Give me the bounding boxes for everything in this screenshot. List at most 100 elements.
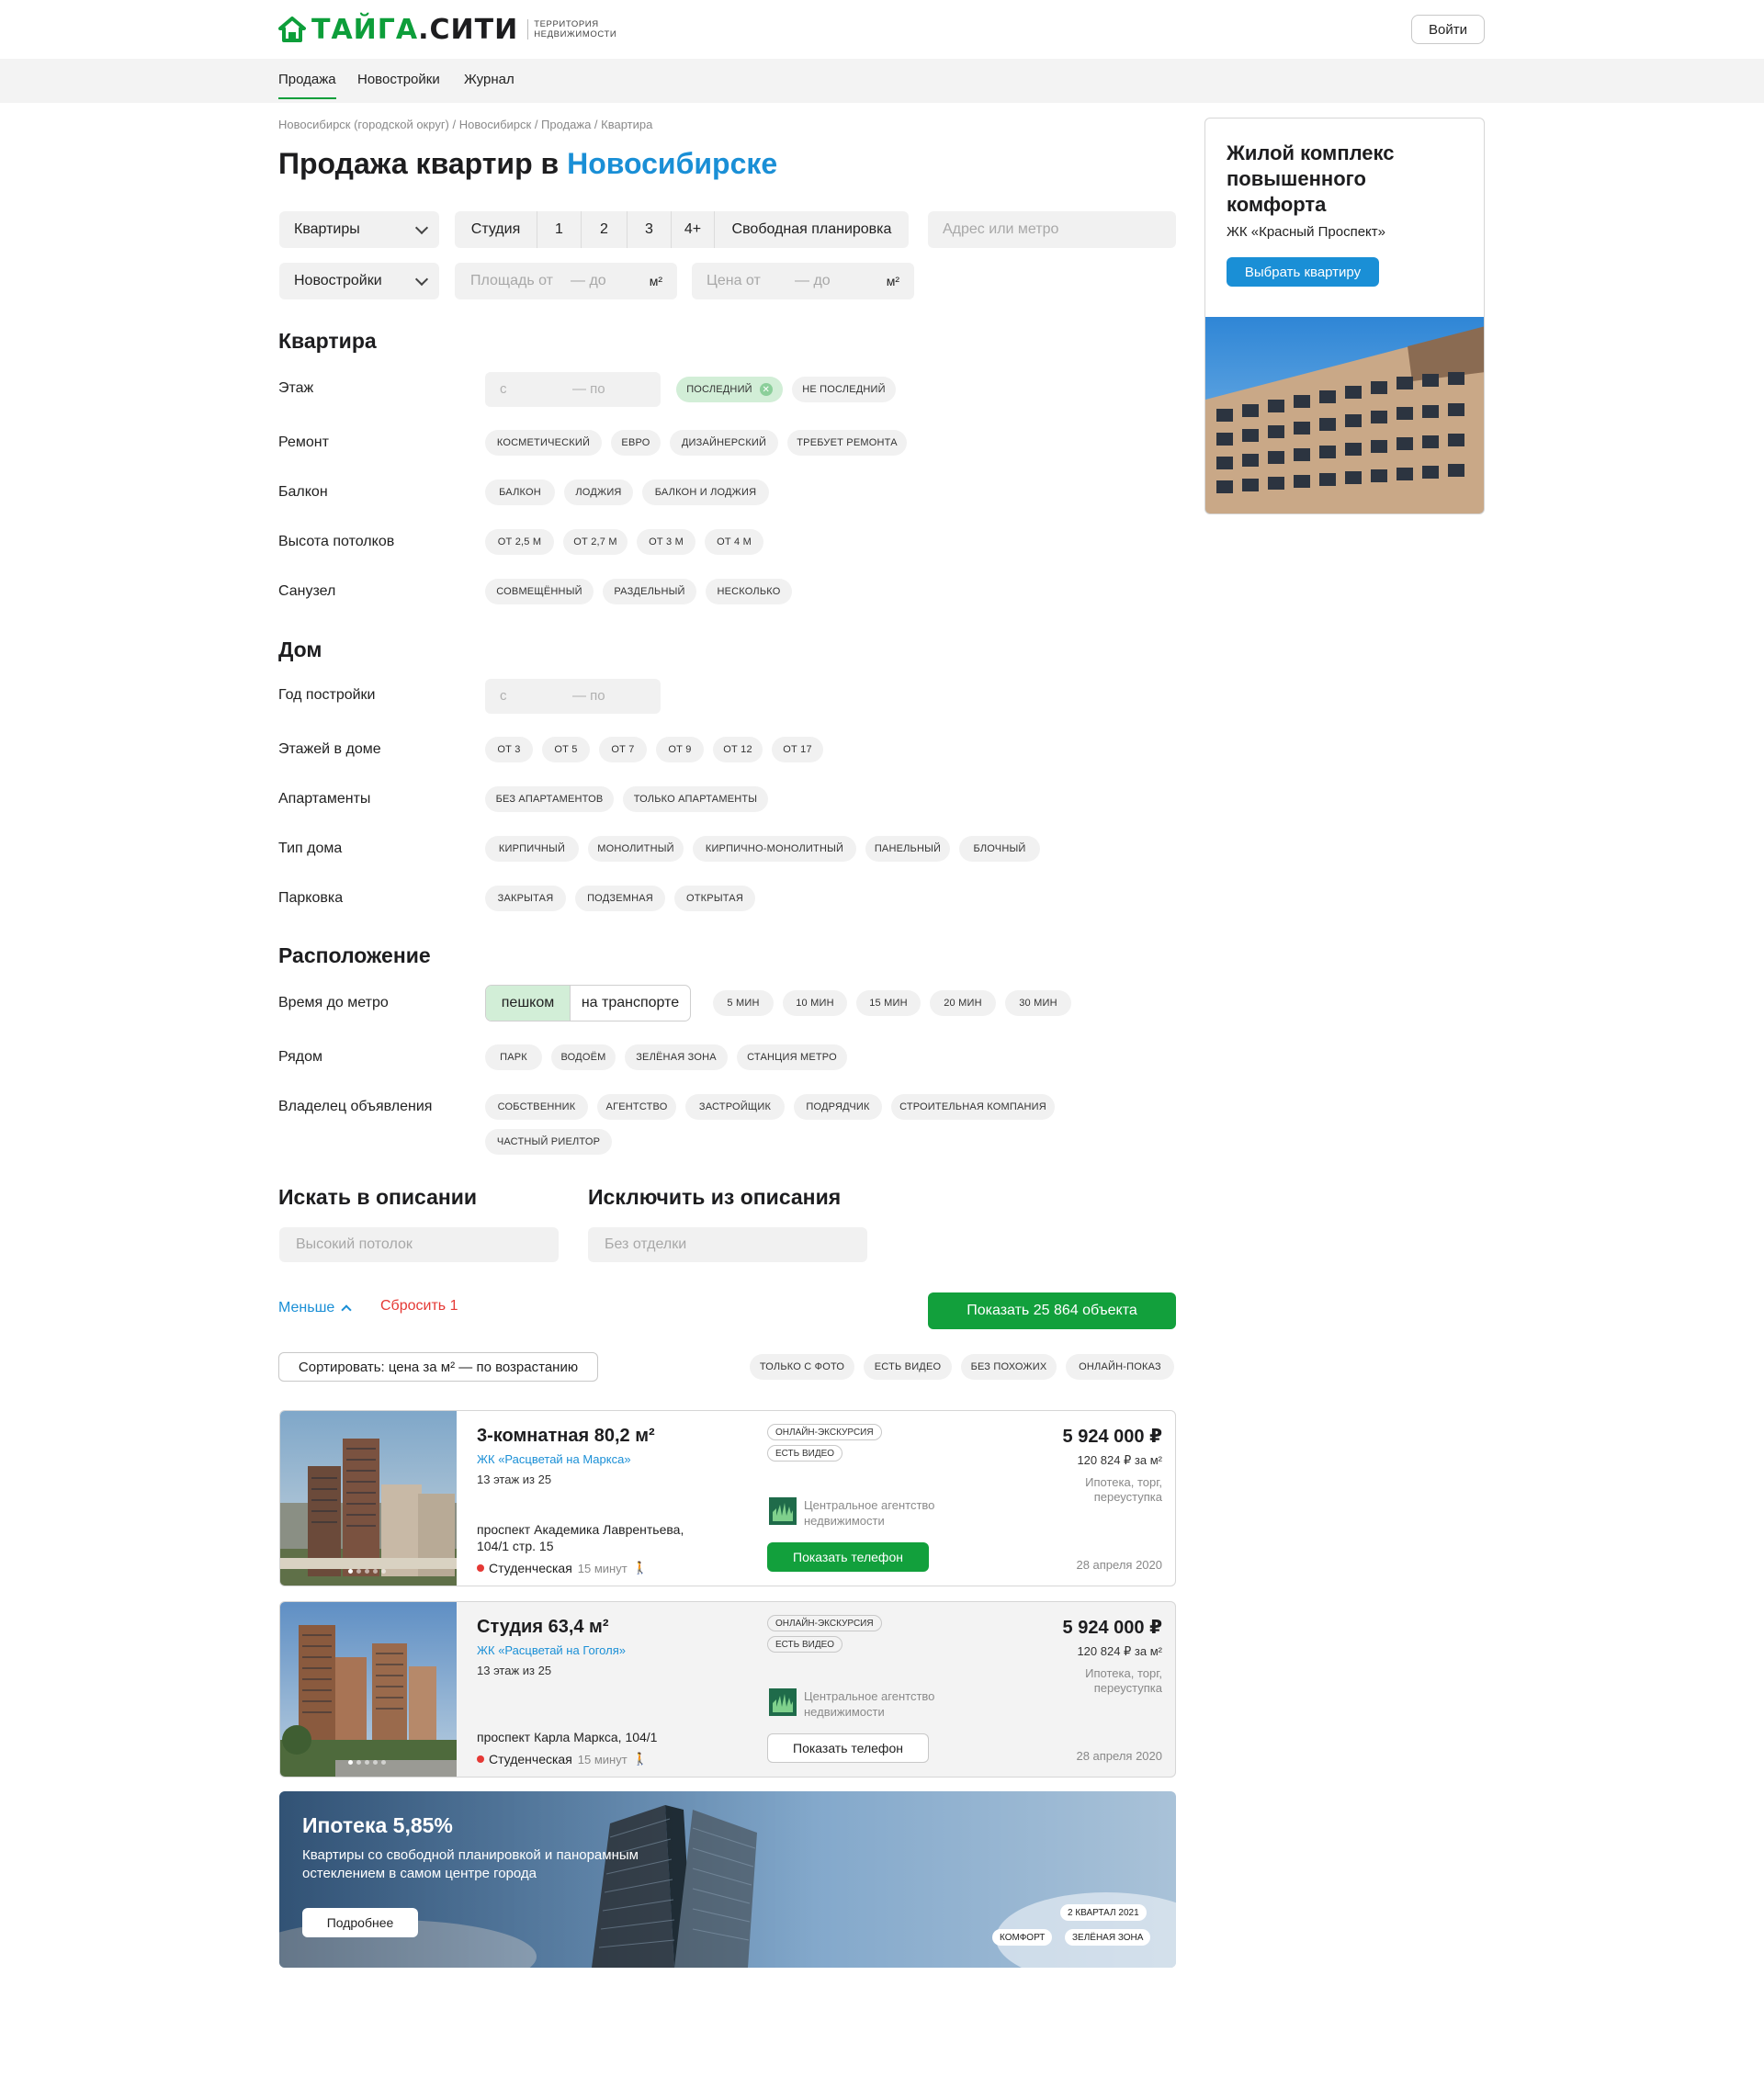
nav-item-new-buildings[interactable]: Новостройки [357, 72, 440, 87]
rooms-studio[interactable]: Студия [455, 211, 537, 248]
chip-construction-company[interactable]: СТРОИТЕЛЬНАЯ КОМПАНИЯ [891, 1094, 1055, 1120]
nav-item-journal[interactable]: Журнал [464, 72, 514, 87]
chip-only-apartments[interactable]: ТОЛЬКО АПАРТАМЕНТЫ [623, 786, 768, 812]
listing-photo[interactable] [280, 1411, 457, 1586]
chip-ceiling-4[interactable]: ОТ 4 М [705, 529, 763, 555]
chip-balcony-and-loggia[interactable]: БАЛКОН И ЛОДЖИЯ [642, 480, 769, 505]
chip-no-duplicates[interactable]: БЕЗ ПОХОЖИХ [961, 1354, 1057, 1380]
chip-floors-5[interactable]: ОТ 5 [542, 737, 590, 762]
chip-parking-open[interactable]: ОТКРЫТАЯ [674, 886, 755, 911]
mode-walk[interactable]: пешком [486, 986, 571, 1021]
chip-repair-cosmetic[interactable]: КОСМЕТИЧЕСКИЙ [485, 430, 602, 456]
listing-complex-link[interactable]: ЖК «Расцветай на Гоголя» [477, 1643, 626, 1657]
address-placeholder: Адрес или метро [943, 221, 1059, 237]
chip-bathroom-several[interactable]: НЕСКОЛЬКО [706, 579, 792, 604]
listing-title[interactable]: Студия 63,4 м² [477, 1617, 609, 1638]
rooms-4plus[interactable]: 4+ [672, 211, 715, 248]
listing-title[interactable]: 3-комнатная 80,2 м² [477, 1426, 655, 1447]
chip-repair-euro[interactable]: ЕВРО [611, 430, 661, 456]
chip-brick[interactable]: КИРПИЧНЫЙ [485, 836, 579, 862]
listing-photo[interactable] [280, 1602, 457, 1777]
parking-label: Парковка [278, 890, 344, 906]
area-range-input[interactable]: Площадь от — до м² [455, 263, 677, 299]
chip-has-video[interactable]: ЕСТЬ ВИДЕО [864, 1354, 952, 1380]
brand-name: ТАЙГА.СИТИ [311, 13, 519, 46]
chip-ceiling-2-5[interactable]: ОТ 2,5 М [485, 529, 554, 555]
rooms-2[interactable]: 2 [582, 211, 628, 248]
rooms-3[interactable]: 3 [628, 211, 672, 248]
chip-private-realtor[interactable]: ЧАСТНЫЙ РИЕЛТОР [485, 1129, 612, 1155]
chip-floors-9[interactable]: ОТ 9 [656, 737, 704, 762]
site-logo[interactable]: ТАЙГА.СИТИ ТЕРРИТОРИЯ НЕДВИЖИМОСТИ [278, 13, 616, 46]
mortgage-promo-banner[interactable]: Ипотека 5,85% Квартиры со свободной план… [279, 1791, 1176, 1968]
agency-info[interactable]: Центральное агентство недвижимости [769, 1497, 960, 1529]
chip-bathroom-separate[interactable]: РАЗДЕЛЬНЫЙ [603, 579, 696, 604]
property-type-select[interactable]: Квартиры [279, 211, 439, 248]
chip-floors-3[interactable]: ОТ 3 [485, 737, 533, 762]
chip-water[interactable]: ВОДОЁМ [551, 1044, 616, 1070]
include-description-input[interactable]: Высокий потолок [279, 1227, 559, 1262]
photo-carousel-dots[interactable] [348, 1760, 386, 1765]
banner-more-button[interactable]: Подробнее [302, 1908, 418, 1937]
chip-brick-monolith[interactable]: КИРПИЧНО-МОНОЛИТНЫЙ [693, 836, 856, 862]
agency-info[interactable]: Центральное агентство недвижимости [769, 1688, 960, 1720]
floor-range-input[interactable]: с — по [485, 372, 661, 407]
chip-metro-15[interactable]: 15 МИН [856, 990, 921, 1016]
chip-not-last-floor[interactable]: НЕ ПОСЛЕДНИЙ [792, 377, 896, 402]
walking-person-icon: 🚶 [632, 1752, 648, 1766]
chip-parking-closed[interactable]: ЗАКРЫТАЯ [485, 886, 566, 911]
rooms-1[interactable]: 1 [537, 211, 582, 248]
chip-contractor[interactable]: ПОДРЯДЧИК [794, 1094, 882, 1120]
chip-loggia[interactable]: ЛОДЖИЯ [564, 480, 633, 505]
ad-choose-flat-button[interactable]: Выбрать квартиру [1227, 257, 1379, 287]
show-results-button[interactable]: Показать 25 864 объекта [928, 1292, 1176, 1329]
nav-item-sale[interactable]: Продажа [278, 72, 336, 99]
exclude-description-input[interactable]: Без отделки [588, 1227, 867, 1262]
chip-block[interactable]: БЛОЧНЫЙ [959, 836, 1040, 862]
chip-floors-12[interactable]: ОТ 12 [713, 737, 763, 762]
chip-repair-designer[interactable]: ДИЗАЙНЕРСКИЙ [670, 430, 778, 456]
show-phone-button[interactable]: Показать телефон [767, 1733, 929, 1763]
chip-park[interactable]: ПАРК [485, 1044, 542, 1070]
less-filters-toggle[interactable]: Меньше [278, 1300, 352, 1316]
chip-floors-17[interactable]: ОТ 17 [772, 737, 823, 762]
chip-only-photo[interactable]: ТОЛЬКО С ФОТО [750, 1354, 854, 1380]
listing-complex-link[interactable]: ЖК «Расцветай на Маркса» [477, 1452, 631, 1466]
mode-transport[interactable]: на транспорте [571, 986, 690, 1021]
login-button[interactable]: Войти [1411, 15, 1485, 44]
chip-floors-7[interactable]: ОТ 7 [599, 737, 647, 762]
market-type-select[interactable]: Новостройки [279, 263, 439, 299]
reset-filters-link[interactable]: Сбросить 1 [380, 1298, 458, 1315]
rooms-free-layout[interactable]: Свободная планировка [715, 211, 909, 248]
chip-last-floor[interactable]: ПОСЛЕДНИЙ ✕ [676, 377, 783, 402]
listing-card[interactable]: Студия 63,4 м² ЖК «Расцветай на Гоголя» … [279, 1601, 1176, 1778]
chip-parking-underground[interactable]: ПОДЗЕМНАЯ [575, 886, 665, 911]
sort-select[interactable]: Сортировать: цена за м² — по возрастанию [278, 1352, 598, 1382]
close-icon[interactable]: ✕ [759, 383, 773, 396]
chip-owner[interactable]: СОБСТВЕННИК [485, 1094, 588, 1120]
chip-developer[interactable]: ЗАСТРОЙЩИК [685, 1094, 785, 1120]
chip-balcony[interactable]: БАЛКОН [485, 480, 555, 505]
chip-online-show[interactable]: ОНЛАЙН-ПОКАЗ [1066, 1354, 1174, 1380]
chip-ceiling-3[interactable]: ОТ 3 М [637, 529, 695, 555]
address-search-input[interactable]: Адрес или метро [928, 211, 1176, 248]
listing-card[interactable]: 3-комнатная 80,2 м² ЖК «Расцветай на Мар… [279, 1410, 1176, 1586]
price-range-input[interactable]: Цена от — до м² [692, 263, 914, 299]
chip-metro-30[interactable]: 30 МИН [1005, 990, 1071, 1016]
year-range-input[interactable]: с — по [485, 679, 661, 714]
chip-bathroom-combined[interactable]: СОВМЕЩЁННЫЙ [485, 579, 594, 604]
chip-metro-10[interactable]: 10 МИН [783, 990, 847, 1016]
chip-green-zone[interactable]: ЗЕЛЁНАЯ ЗОНА [625, 1044, 728, 1070]
side-ad[interactable]: Жилой комплекс повышенного комфорта ЖК «… [1204, 118, 1485, 514]
chip-repair-needed[interactable]: ТРЕБУЕТ РЕМОНТА [787, 430, 907, 456]
chip-agency[interactable]: АГЕНТСТВО [597, 1094, 676, 1120]
chip-no-apartments[interactable]: БЕЗ АПАРТАМЕНТОВ [485, 786, 614, 812]
chip-metro-5[interactable]: 5 МИН [713, 990, 774, 1016]
chip-metro-station[interactable]: СТАНЦИЯ МЕТРО [737, 1044, 847, 1070]
chip-ceiling-2-7[interactable]: ОТ 2,7 М [563, 529, 628, 555]
chip-panel[interactable]: ПАНЕЛЬНЫЙ [865, 836, 950, 862]
show-phone-button[interactable]: Показать телефон [767, 1542, 929, 1572]
photo-carousel-dots[interactable] [348, 1569, 386, 1574]
chip-metro-20[interactable]: 20 МИН [930, 990, 996, 1016]
chip-monolith[interactable]: МОНОЛИТНЫЙ [588, 836, 684, 862]
